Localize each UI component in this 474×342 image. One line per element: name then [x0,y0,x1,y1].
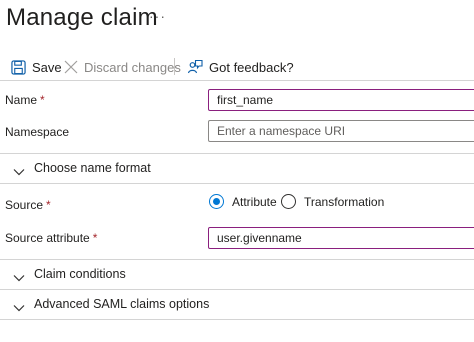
save-label: Save [32,59,62,75]
source-attribute-select[interactable]: user.givenname [208,227,474,249]
radio-button [281,194,296,209]
source-label-text: Source [5,198,44,212]
command-bar: Save Discard changes Got feedback? [0,54,474,80]
source-attribute-label-text: Source attribute [5,231,90,245]
divider [0,80,474,81]
radio-label-attribute: Attribute [232,194,277,209]
page-title: Manage claim [6,4,158,31]
feedback-label: Got feedback? [209,59,294,75]
more-options-icon[interactable]: ··· [149,8,166,24]
name-input-value: first_name [217,93,274,107]
source-attribute-value: user.givenname [217,231,302,245]
source-radio-attribute[interactable]: Attribute [209,194,277,209]
advanced-saml-section[interactable]: Advanced SAML claims options [0,290,474,318]
discard-icon [64,60,78,74]
choose-name-format-label: Choose name format [34,161,151,175]
divider [0,183,474,184]
source-radio-transformation[interactable]: Transformation [281,194,384,209]
discard-changes-button[interactable]: Discard changes [64,55,181,79]
namespace-placeholder: Enter a namespace URI [217,124,346,138]
claim-conditions-label: Claim conditions [34,267,126,281]
name-label-text: Name [5,93,38,107]
required-mark: * [40,93,45,107]
feedback-button[interactable]: Got feedback? [187,55,294,79]
discard-label: Discard changes [84,59,181,75]
choose-name-format-section[interactable]: Choose name format [0,154,474,182]
name-input[interactable]: first_name [208,89,474,111]
save-icon [11,59,26,75]
advanced-saml-label: Advanced SAML claims options [34,297,210,311]
claim-conditions-section[interactable]: Claim conditions [0,260,474,288]
name-field-label: Name * [5,93,45,107]
radio-button-selected [209,194,224,209]
feedback-icon [187,59,203,75]
source-field-label: Source * [5,198,51,212]
chevron-down-icon [13,269,25,287]
chevron-down-icon [13,299,25,317]
required-mark: * [46,198,51,212]
required-mark: * [92,231,98,245]
source-attribute-field-label: Source attribute * [5,231,97,245]
namespace-input[interactable]: Enter a namespace URI [208,120,474,142]
toolbar-divider [174,58,175,75]
save-button[interactable]: Save [11,55,62,79]
divider [0,319,474,320]
radio-label-transformation: Transformation [304,194,385,209]
chevron-down-icon [13,163,25,181]
namespace-field-label: Namespace [5,125,70,139]
